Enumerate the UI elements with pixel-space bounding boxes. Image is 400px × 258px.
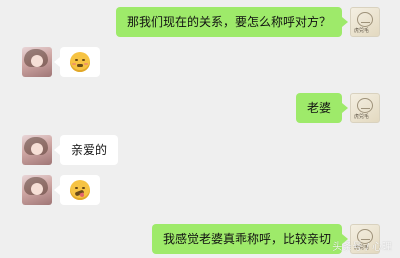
message-bubble[interactable]: 亲爱的 xyxy=(53,135,119,165)
message-row-me: 那我们现在的关系，要怎么称呼对方？ 虎兕毛 xyxy=(0,7,400,41)
my-avatar[interactable]: 虎兕毛 xyxy=(350,93,380,123)
my-avatar[interactable]: 虎兕毛 xyxy=(350,224,380,254)
avatar-sketch xyxy=(357,229,373,244)
my-avatar[interactable]: 虎兕毛 xyxy=(350,7,380,37)
avatar-face xyxy=(31,55,43,67)
message-bubble[interactable]: 我感觉老婆真乖称呼，比较亲切 xyxy=(151,224,349,254)
message-row-other xyxy=(0,47,400,81)
avatar-caption: 虎兕毛 xyxy=(354,245,370,251)
chat-window: 那我们现在的关系，要怎么称呼对方？ 虎兕毛 老婆 虎兕毛 亲爱的 我感觉老婆真乖… xyxy=(0,0,400,256)
contact-avatar[interactable] xyxy=(22,135,52,165)
avatar-sketch xyxy=(357,12,373,27)
tongue-out-face-icon xyxy=(70,180,90,200)
message-row-other xyxy=(0,175,400,209)
contact-avatar[interactable] xyxy=(22,47,52,77)
avatar-caption: 虎兕毛 xyxy=(354,28,370,34)
avatar-face xyxy=(31,183,43,195)
emoji-message-bubble[interactable] xyxy=(54,47,100,77)
message-row-me: 我感觉老婆真乖称呼，比较亲切 虎兕毛 xyxy=(0,224,400,258)
avatar-caption: 虎兕毛 xyxy=(354,114,370,120)
message-row-me: 老婆 虎兕毛 xyxy=(0,93,400,127)
flushed-face-icon xyxy=(70,52,90,72)
message-row-other: 亲爱的 xyxy=(0,135,400,169)
message-bubble[interactable]: 那我们现在的关系，要怎么称呼对方？ xyxy=(115,7,349,37)
emoji-message-bubble[interactable] xyxy=(54,175,100,205)
contact-avatar[interactable] xyxy=(22,175,52,205)
avatar-face xyxy=(31,143,43,155)
message-bubble[interactable]: 老婆 xyxy=(295,93,349,123)
avatar-sketch xyxy=(357,98,373,113)
